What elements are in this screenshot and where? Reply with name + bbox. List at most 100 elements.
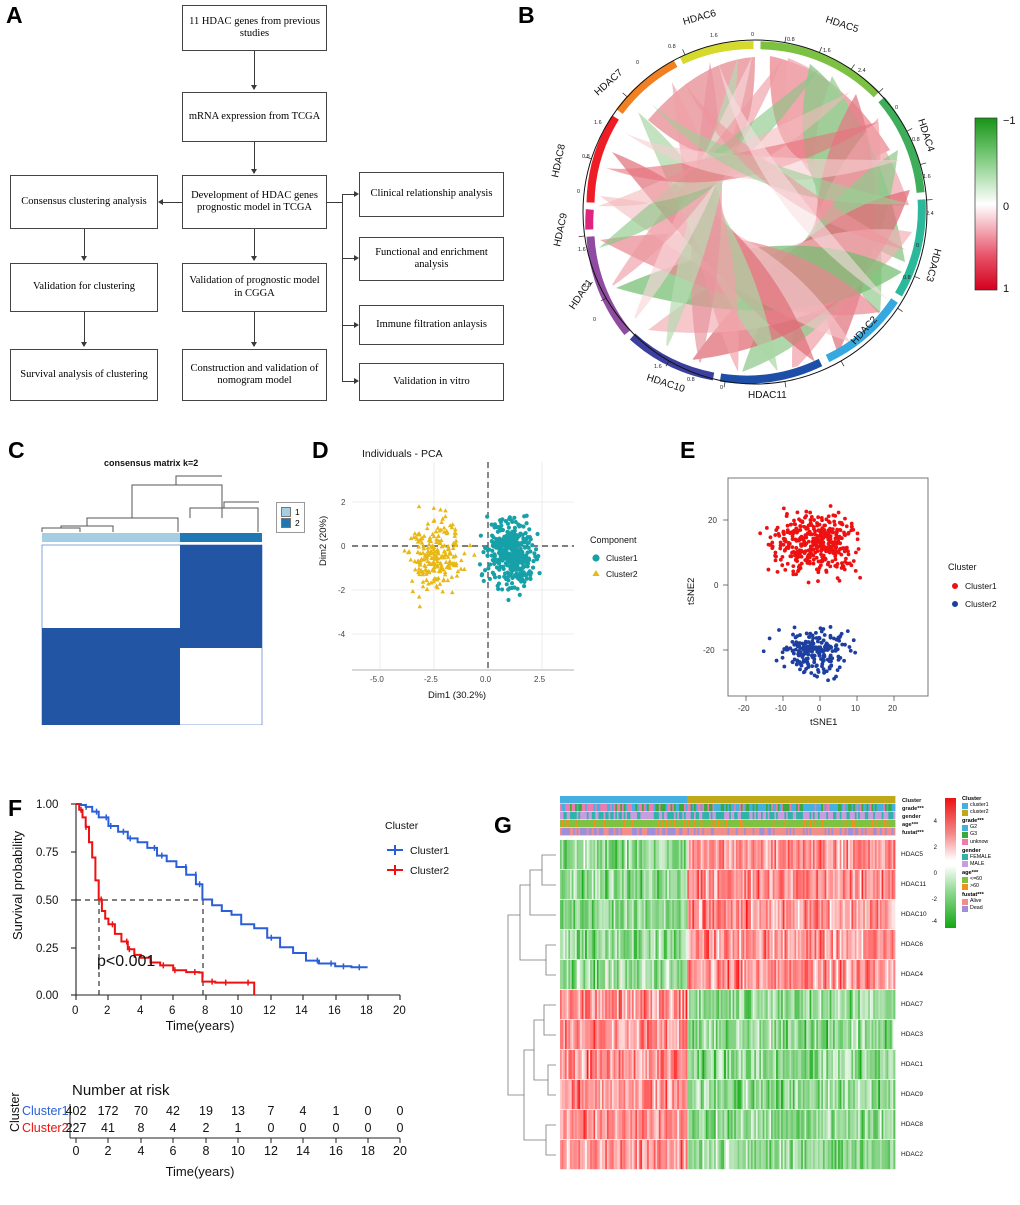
heatmap-legend-item: Dead [962, 905, 1020, 912]
tsne-point [795, 634, 799, 638]
risk-value: 172 [98, 1104, 119, 1118]
heatmap-legend-item: cluster1 [962, 802, 1020, 809]
flow-box-mrna-expression: mRNA expression from TCGA [182, 92, 327, 142]
pca-svg: -5.0 -2.5 0.0 2.5 -4 -2 0 2 Dim1 (30.2%)… [300, 430, 670, 730]
tsne-point [775, 659, 779, 663]
tsne-point [838, 579, 842, 583]
flow-arrow-down-icon [81, 342, 87, 347]
flow-connector [254, 51, 255, 89]
pca-point [499, 548, 503, 552]
pca-point [480, 573, 484, 577]
circos-legend-bottom: 1 [1003, 283, 1009, 295]
svg-text:0: 0 [895, 105, 898, 111]
heatmap-cell [893, 840, 895, 869]
tsne-point [843, 560, 847, 564]
svg-text:1.6: 1.6 [823, 48, 831, 54]
tsne-point [793, 626, 797, 630]
pca-legend-label-cluster2: Cluster2 [606, 569, 638, 579]
tsne-point [786, 562, 790, 566]
tsne-point [777, 532, 781, 536]
pca-point [507, 545, 511, 549]
survival-ylabel: Survival probability [10, 830, 25, 940]
tsne-point [785, 648, 789, 652]
pca-point [485, 554, 489, 558]
tsne-point [831, 513, 835, 517]
svg-text:20: 20 [888, 704, 897, 713]
pca-point [530, 543, 534, 547]
tsne-point [839, 536, 843, 540]
pca-point [502, 535, 506, 539]
tsne-point [805, 632, 809, 636]
tsne-point [802, 670, 806, 674]
heatmap-row-label-hdac5: HDAC5 [901, 851, 923, 858]
tsne-point [791, 537, 795, 541]
tsne-point [807, 540, 811, 544]
dendrogram-branch [542, 855, 556, 885]
heatmap-legend-item: unknow [962, 839, 1020, 846]
tsne-point [806, 653, 810, 657]
tsne-point [794, 546, 798, 550]
panel-g-heatmap: 4 2 0 -2 -4 Cluster grade*** gender age*… [490, 780, 1020, 1200]
survival-xticklabels: 0 2 4 6 8 10 12 14 16 18 20 [72, 1005, 406, 1017]
risk-value: 402 [66, 1104, 87, 1118]
tsne-legend-marker-cluster1 [952, 583, 958, 589]
tsne-point [843, 643, 847, 647]
tsne-point [816, 528, 820, 532]
pca-point [513, 546, 517, 550]
tsne-point [829, 529, 833, 533]
tsne-point [840, 561, 844, 565]
risk-time-tick: 20 [393, 1144, 407, 1158]
pca-legend-title: Component [590, 535, 637, 545]
svg-text:-20: -20 [703, 646, 715, 655]
tsne-point [849, 649, 853, 653]
risk-value: 0 [365, 1104, 372, 1118]
tsne-point [800, 544, 804, 548]
tsne-point [840, 632, 844, 636]
tsne-point [774, 555, 778, 559]
pca-point [486, 548, 490, 552]
tsne-point [838, 541, 842, 545]
tsne-point [814, 631, 818, 635]
svg-text:-10: -10 [775, 704, 787, 713]
risk-value: 0 [365, 1121, 372, 1135]
consensus-block-2 [180, 545, 262, 648]
risk-value: 70 [134, 1104, 148, 1118]
svg-text:0.75: 0.75 [36, 847, 58, 859]
survival-legend-marker-cluster1 [387, 845, 403, 855]
svg-text:0.8: 0.8 [687, 377, 695, 383]
pca-legend-marker-cluster2 [592, 570, 599, 576]
svg-text:0.25: 0.25 [36, 943, 58, 955]
tsne-point [769, 535, 773, 539]
heatmap-row-dendrogram [508, 855, 556, 1155]
heatmap-svg: 4 2 0 -2 -4 [490, 780, 1020, 1200]
tsne-legend-title: Cluster [948, 562, 977, 572]
risk-time-tick: 16 [329, 1144, 343, 1158]
svg-text:0: 0 [341, 542, 346, 551]
survival-svg: p<0.001 1.00 0.75 0.50 0.25 0.00 0 2 4 6… [0, 780, 490, 1080]
risk-time-tick: 0 [73, 1144, 80, 1158]
pca-point [497, 581, 501, 585]
pca-point [523, 545, 527, 549]
tsne-point [829, 537, 833, 541]
tsne-point [789, 554, 793, 558]
tsne-point [798, 564, 802, 568]
heatmap-track-label-gender: gender [902, 814, 921, 820]
tsne-point [843, 549, 847, 553]
tsne-point [814, 664, 818, 668]
dendrogram [42, 476, 259, 532]
tsne-point [831, 559, 835, 563]
svg-text:18: 18 [360, 1005, 373, 1017]
tsne-point [767, 543, 771, 547]
tsne-point [816, 549, 820, 553]
consensus-clusterbar-2 [180, 533, 262, 542]
svg-text:12: 12 [263, 1005, 276, 1017]
svg-text:0: 0 [593, 317, 596, 323]
risk-value: 4 [300, 1104, 307, 1118]
circos-label-HDAC6: HDAC6 [682, 8, 718, 28]
panel-c-consensus: consensus matrix k=2 1 2 [0, 430, 300, 725]
tsne-point [845, 524, 849, 528]
pca-point [490, 523, 494, 527]
tsne-point [783, 568, 787, 572]
tsne-point [820, 630, 824, 634]
heatmap-scale-ticks: 4 2 0 -2 -4 [932, 819, 938, 925]
